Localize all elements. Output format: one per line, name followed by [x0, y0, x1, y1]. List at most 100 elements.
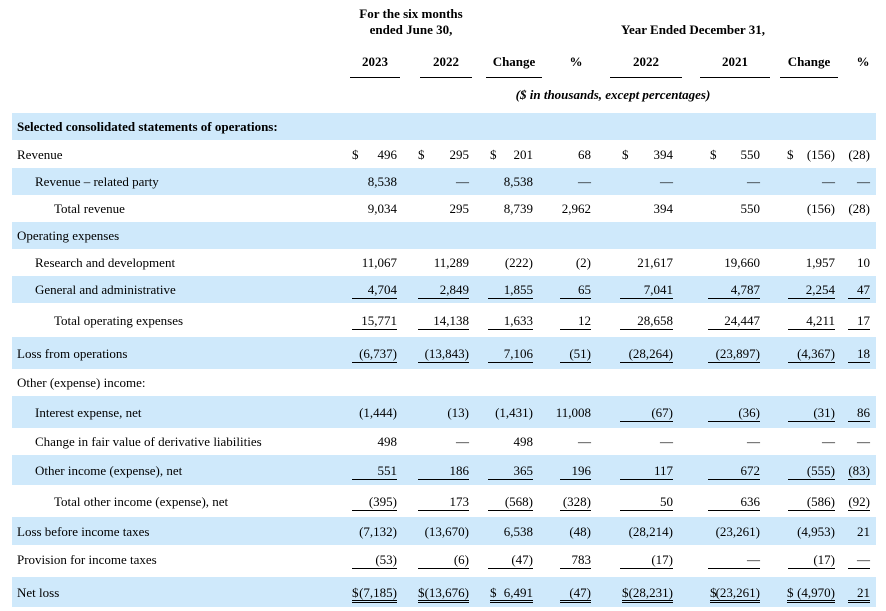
value-text: —: [857, 552, 870, 567]
value-cell: 21: [848, 524, 870, 539]
dollar-sign: $: [352, 147, 359, 162]
value-cell: —: [620, 434, 673, 449]
value-text: 1,633: [503, 313, 533, 328]
table-row: Other income (expense), net 551 186 365 196 1…: [12, 455, 876, 485]
table-row: Net loss $ (7,185) $ (13,676) $6,491 (47) $ (28,…: [12, 577, 876, 607]
value-text: —: [456, 174, 469, 189]
value-text: (47): [569, 585, 591, 600]
value-text: —: [747, 552, 760, 567]
value-cell: 12: [560, 313, 591, 330]
value-cell: —: [620, 174, 673, 189]
value-text: (156): [806, 147, 835, 162]
value-text: (23,261): [715, 524, 760, 539]
value-text: 6,538: [503, 524, 533, 539]
value-text: 4,704: [367, 282, 397, 297]
row-label: Total operating expenses: [54, 313, 184, 328]
column-header: Change: [486, 54, 542, 80]
value-cell: 14,138: [418, 313, 469, 330]
value-text: (92): [848, 494, 870, 509]
value-cell: 295: [418, 201, 470, 216]
dollar-sign: $: [787, 147, 794, 162]
value-cell: 18: [848, 346, 870, 363]
column-header: 2023: [350, 54, 400, 80]
value-cell: —: [708, 434, 760, 449]
value-cell: (28): [848, 147, 870, 162]
value-cell: (47): [560, 585, 591, 603]
value-cell: (51): [560, 346, 591, 363]
value-cell: 11,289: [418, 255, 469, 270]
value-text: (31): [813, 405, 835, 420]
row-label: Revenue: [17, 147, 63, 162]
value-cell: (92): [848, 494, 870, 511]
value-text: —: [822, 174, 835, 189]
table-row: Total operating expenses 15,771 14,138 1,63…: [12, 304, 876, 336]
value-cell: —: [708, 174, 760, 189]
table-row: Other (expense) income:: [12, 368, 876, 396]
dollar-sign: $: [418, 147, 425, 162]
value-text: 196: [571, 463, 592, 478]
value-cell: (2): [560, 255, 591, 270]
value-cell: 2,849: [418, 282, 469, 299]
value-cell: (586): [788, 494, 835, 511]
value-text: 15,771: [361, 313, 397, 328]
value-text: (2): [575, 255, 591, 270]
value-text: 21,617: [637, 255, 673, 270]
value-text: (7,132): [359, 524, 397, 539]
value-text: 11,289: [433, 255, 469, 270]
value-text: 24,447: [724, 313, 760, 328]
row-label: Other (expense) income:: [17, 375, 146, 390]
value-cell: 551: [352, 463, 397, 480]
value-cell: 196: [560, 463, 592, 480]
value-cell: 2,254: [788, 282, 835, 299]
value-text: (17): [651, 552, 673, 567]
value-text: (1,444): [359, 405, 397, 420]
value-text: 117: [653, 463, 673, 478]
value-text: 10: [857, 255, 870, 270]
dollar-sign: $: [352, 585, 359, 600]
value-text: —: [857, 434, 870, 449]
row-label: Loss before income taxes: [17, 524, 150, 539]
value-text: (28): [848, 147, 870, 162]
table-row: Selected consolidated statements of oper…: [12, 113, 876, 140]
column-header: %: [856, 54, 870, 69]
value-cell: $ (28,231): [622, 585, 673, 603]
table-row: Research and development 11,067 11,289 (222…: [12, 249, 876, 276]
value-text: (395): [368, 494, 397, 509]
row-label: Selected consolidated statements of oper…: [17, 119, 278, 134]
value-text: (7,185): [359, 585, 397, 600]
row-label: Operating expenses: [17, 228, 120, 243]
value-cell: 24,447: [708, 313, 760, 330]
value-cell: 50: [620, 494, 673, 511]
value-cell: (222): [488, 255, 533, 270]
value-text: —: [578, 174, 591, 189]
column-header: %: [569, 54, 583, 69]
value-text: 7,041: [643, 282, 673, 297]
value-cell: (328): [560, 494, 591, 511]
value-cell: 21: [848, 585, 870, 603]
value-cell: 1,855: [488, 282, 533, 299]
value-cell: (555): [788, 463, 835, 480]
row-label: General and administrative: [35, 282, 176, 297]
value-cell: $ (7,185): [352, 585, 397, 603]
dollar-sign: $: [622, 147, 629, 162]
table-row: Loss from operations (6,737) (13,843) 7,106…: [12, 337, 876, 369]
table-row: Total other income (expense), net (395) 17…: [12, 485, 876, 517]
value-cell: 783: [560, 552, 591, 569]
value-cell: 4,211: [788, 313, 835, 330]
value-cell: 7,041: [620, 282, 673, 299]
value-text: 7,106: [503, 346, 533, 361]
value-text: 550: [740, 147, 761, 162]
value-text: 19,660: [724, 255, 760, 270]
value-cell: $ (4,970): [787, 585, 835, 603]
value-text: (23,897): [715, 346, 760, 361]
dollar-sign: $: [622, 585, 629, 600]
value-text: 1,855: [503, 282, 533, 297]
six-months-header: For the six months ended June 30,: [359, 6, 463, 37]
value-text: 636: [740, 494, 761, 509]
value-cell: (17): [788, 552, 835, 569]
value-text: —: [660, 434, 673, 449]
row-label: Loss from operations: [17, 346, 128, 361]
value-text: (222): [504, 255, 533, 270]
value-text: 8,538: [503, 174, 533, 189]
value-text: 295: [449, 147, 470, 162]
